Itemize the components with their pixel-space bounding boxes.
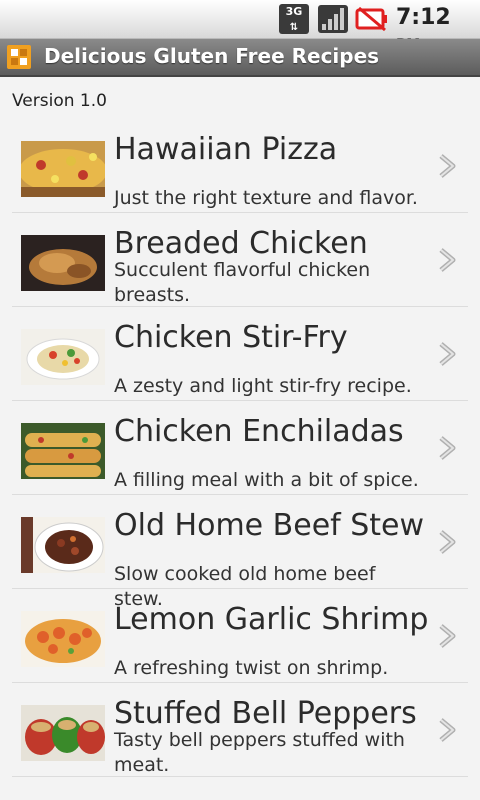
- recipe-thumbnail-peppers: [21, 705, 105, 761]
- recipe-thumbnail-beef-stew: [21, 517, 105, 573]
- recipe-thumbnail-pizza: [21, 141, 105, 197]
- chevron-right-icon: [439, 530, 456, 554]
- status-bar: 3G ⇅ 7:12 PM: [0, 0, 480, 53]
- recipe-description: A refreshing twist on shrimp.: [114, 657, 389, 679]
- recipe-title: Old Home Beef Stew: [114, 508, 425, 543]
- recipe-thumbnail-stir-fry: [21, 329, 105, 385]
- chevron-right-icon: [439, 342, 456, 366]
- recipe-description: A filling meal with a bit of spice.: [114, 469, 419, 491]
- clock-time: 7:12: [396, 5, 451, 30]
- recipe-title: Chicken Enchiladas: [114, 414, 404, 449]
- recipe-thumbnail-enchiladas: [21, 423, 105, 479]
- recipe-title: Chicken Stir-Fry: [114, 320, 348, 355]
- network-type-label: 3G: [285, 5, 303, 18]
- recipe-description: Tasty bell peppers stuffed with meat.: [114, 729, 405, 776]
- recipe-item-hawaiian-pizza[interactable]: Hawaiian Pizza Just the right texture an…: [12, 119, 468, 213]
- recipe-item-chicken-stir-fry[interactable]: Chicken Stir-Fry A zesty and light stir-…: [12, 307, 468, 401]
- app-title: Delicious Gluten Free Recipes: [44, 44, 380, 68]
- recipe-item-lemon-garlic-shrimp[interactable]: Lemon Garlic Shrimp A refreshing twist o…: [12, 589, 468, 683]
- app-logo-icon: [7, 45, 31, 69]
- recipe-item-chicken-enchiladas[interactable]: Chicken Enchiladas A filling meal with a…: [12, 401, 468, 495]
- recipe-title: Hawaiian Pizza: [114, 132, 338, 167]
- chevron-right-icon: [439, 154, 456, 178]
- recipe-item-stuffed-bell-peppers[interactable]: Stuffed Bell Peppers Tasty bell peppers …: [12, 683, 468, 777]
- recipe-title: Stuffed Bell Peppers: [114, 696, 417, 731]
- chevron-right-icon: [439, 248, 456, 272]
- recipe-description: Just the right texture and flavor.: [114, 187, 418, 209]
- recipe-title: Lemon Garlic Shrimp: [114, 602, 429, 637]
- recipe-thumbnail-chicken: [21, 235, 105, 291]
- signal-strength-icon: [318, 5, 348, 33]
- recipe-thumbnail-shrimp: [21, 611, 105, 667]
- chevron-right-icon: [439, 718, 456, 742]
- recipe-description: A zesty and light stir-fry recipe.: [114, 375, 412, 397]
- recipe-title: Breaded Chicken: [114, 226, 368, 261]
- recipe-description: Succulent flavorful chicken breasts.: [114, 259, 371, 306]
- network-3g-icon: 3G ⇅: [279, 4, 309, 34]
- battery-alert-icon: [355, 6, 387, 32]
- app-title-bar: Delicious Gluten Free Recipes: [0, 39, 480, 77]
- recipe-item-breaded-chicken[interactable]: Breaded Chicken Succulent flavorful chic…: [12, 213, 468, 307]
- recipe-list: Hawaiian Pizza Just the right texture an…: [12, 119, 468, 777]
- chevron-right-icon: [439, 624, 456, 648]
- chevron-right-icon: [439, 436, 456, 460]
- recipe-item-beef-stew[interactable]: Old Home Beef Stew Slow cooked old home …: [12, 495, 468, 610]
- version-label: Version 1.0: [12, 91, 107, 111]
- data-arrows-icon: ⇅: [289, 22, 299, 33]
